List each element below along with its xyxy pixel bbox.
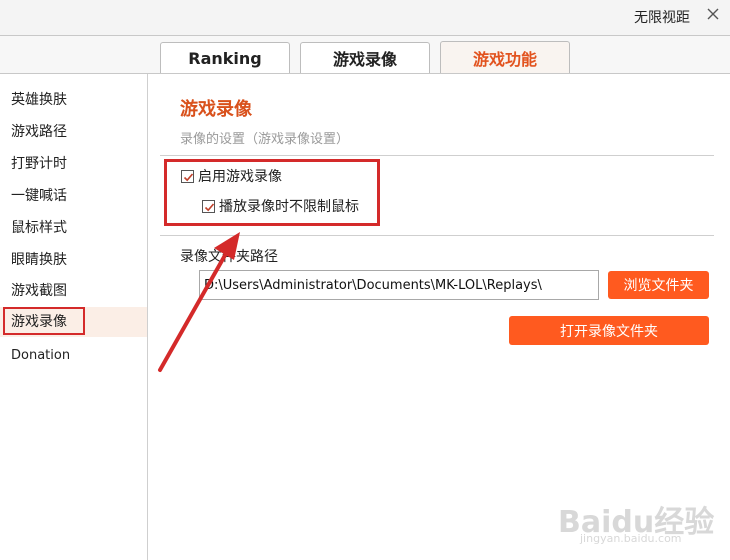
page-subtitle: 录像的设置（游戏录像设置） <box>180 132 350 147</box>
checkbox-checked-icon[interactable] <box>181 169 194 183</box>
page-title: 游戏录像 <box>180 99 252 120</box>
divider <box>160 235 714 236</box>
sidebar-item-jungle-timer[interactable]: 打野计时 <box>0 149 147 179</box>
watermark-url: jingyan.baidu.com <box>580 532 682 545</box>
sidebar-item-donation[interactable]: Donation <box>0 341 147 371</box>
browse-folder-button[interactable]: 浏览文件夹 <box>608 271 709 299</box>
unlock-mouse-checkbox[interactable]: 播放录像时不限制鼠标 <box>202 196 359 216</box>
sidebar-divider <box>147 74 148 560</box>
sidebar-item-quick-chat[interactable]: 一键喊话 <box>0 181 147 211</box>
sidebar-item-mouse-style[interactable]: 鼠标样式 <box>0 213 147 243</box>
sidebar-item-replay[interactable]: 游戏录像 <box>0 307 147 337</box>
sidebar-item-screenshot[interactable]: 游戏截图 <box>0 276 147 306</box>
open-replay-folder-button[interactable]: 打开录像文件夹 <box>509 316 709 345</box>
sidebar-item-eye-skin[interactable]: 眼睛换肤 <box>0 245 147 275</box>
tab-ranking[interactable]: Ranking <box>160 42 290 73</box>
checkbox-checked-icon[interactable] <box>202 199 215 213</box>
sidebar-item-hero-skin[interactable]: 英雄换肤 <box>0 85 147 115</box>
tab-game-replay[interactable]: 游戏录像 <box>300 42 430 73</box>
title-bar <box>0 0 730 35</box>
enable-replay-checkbox[interactable]: 启用游戏录像 <box>181 166 282 186</box>
folder-path-label: 录像文件夹路径 <box>180 249 278 265</box>
folder-path-input[interactable] <box>199 270 599 300</box>
sidebar-item-game-path[interactable]: 游戏路径 <box>0 117 147 147</box>
unlock-mouse-label: 播放录像时不限制鼠标 <box>219 199 359 215</box>
enable-replay-label: 启用游戏录像 <box>198 169 282 185</box>
close-icon[interactable] <box>704 5 722 23</box>
tab-game-features[interactable]: 游戏功能 <box>440 41 570 74</box>
divider <box>160 155 714 156</box>
window-title: 无限视距 <box>634 10 690 26</box>
